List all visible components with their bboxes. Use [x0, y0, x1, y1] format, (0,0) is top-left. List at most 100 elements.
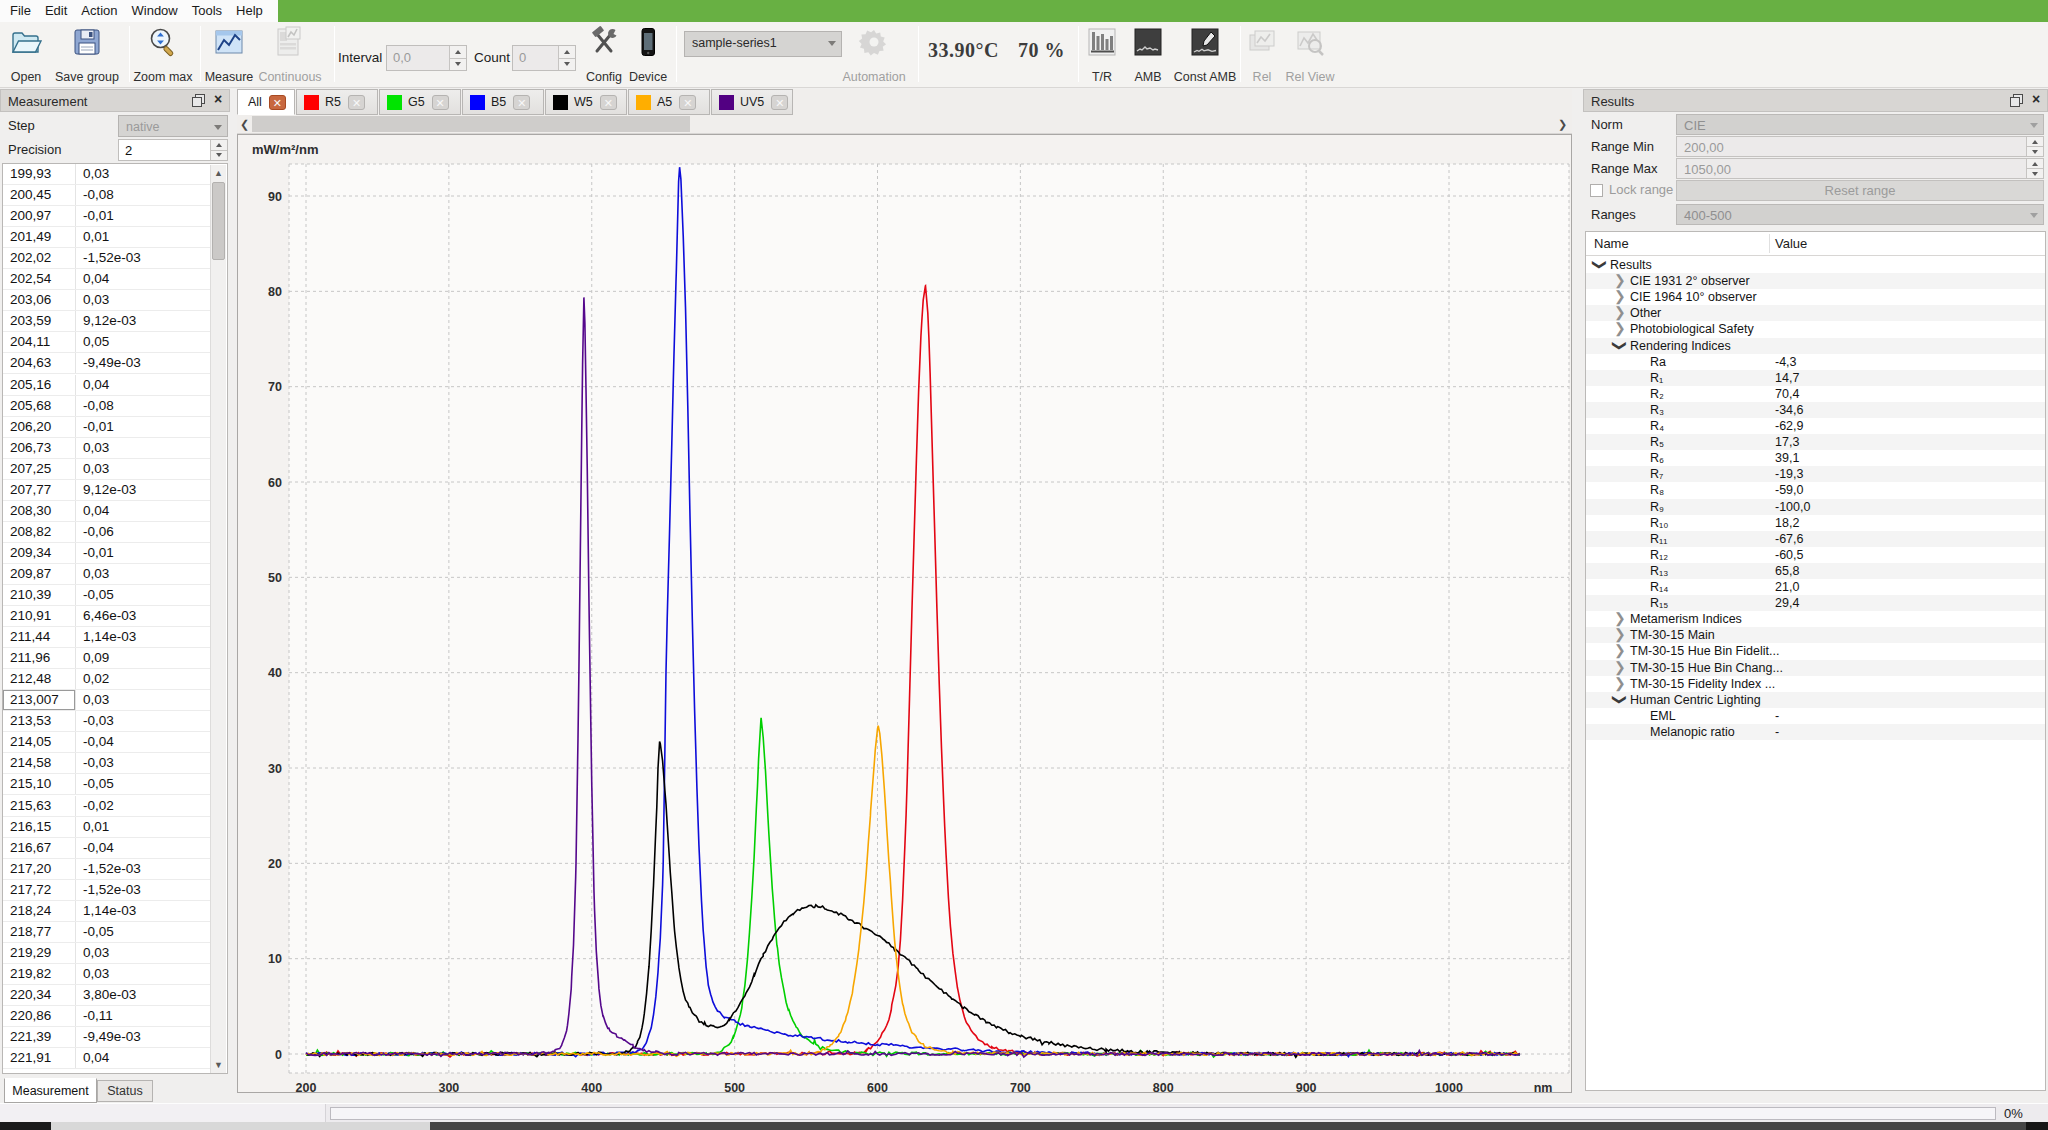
table-row[interactable]: 207,779,12e-03 [3, 480, 211, 501]
table-row[interactable]: 211,960,09 [3, 648, 211, 669]
menu-window[interactable]: Window [125, 0, 185, 22]
chart-tab-a5[interactable]: A5✕ [628, 89, 710, 115]
config-button[interactable]: Config [578, 26, 630, 58]
const-amb-button[interactable]: Const AMB [1172, 26, 1238, 58]
scroll-down-icon[interactable]: ▼ [211, 1057, 226, 1073]
table-row[interactable]: 209,34-0,01 [3, 543, 211, 564]
tree-row[interactable]: R₁14,7 [1586, 370, 2045, 386]
tree-row[interactable]: R₈-59,0 [1586, 482, 2045, 498]
amb-button[interactable]: AMB [1128, 26, 1168, 58]
tree-row[interactable]: ❯Metamerism Indices [1586, 611, 2045, 627]
tree-row[interactable]: R₁₂-60,5 [1586, 547, 2045, 563]
table-row[interactable]: 214,05-0,04 [3, 732, 211, 753]
table-row[interactable]: 219,820,03 [3, 964, 211, 985]
tree-header-name[interactable]: Name [1594, 236, 1629, 251]
close-tab-icon[interactable]: ✕ [513, 95, 530, 110]
range-max-spinbox[interactable]: 1050,00 [1676, 158, 2044, 179]
sample-series-combobox[interactable]: sample-series1 [684, 31, 842, 57]
tree-row[interactable]: R₃-34,6 [1586, 402, 2045, 418]
menu-help[interactable]: Help [229, 0, 270, 22]
table-row[interactable]: 212,480,02 [3, 669, 211, 690]
t-r-button[interactable]: T/R [1082, 26, 1122, 58]
tree-header-value[interactable]: Value [1775, 236, 1807, 251]
table-vertical-scrollbar[interactable]: ▲▼ [210, 165, 226, 1073]
tree-row[interactable]: ❯TM-30-15 Fidelity Index ... [1586, 676, 2045, 692]
tree-row[interactable]: R₂70,4 [1586, 386, 2045, 402]
chart-tab-all[interactable]: All✕ [237, 89, 295, 115]
tree-row[interactable]: R₉-100,0 [1586, 499, 2045, 515]
table-row[interactable]: 211,441,14e-03 [3, 627, 211, 648]
menu-file[interactable]: File [3, 0, 38, 22]
table-row[interactable]: 204,63-9,49e-03 [3, 353, 211, 374]
measurement-table[interactable]: 199,930,03200,45-0,08200,97-0,01201,490,… [2, 163, 228, 1074]
table-row[interactable]: 215,63-0,02 [3, 796, 211, 817]
table-row[interactable]: 220,343,80e-03 [3, 985, 211, 1006]
table-row[interactable]: 216,150,01 [3, 817, 211, 838]
tree-row[interactable]: ❯Other [1586, 305, 2045, 321]
menu-action[interactable]: Action [74, 0, 124, 22]
scroll-thumb[interactable] [212, 182, 225, 260]
lock-range-checkbox[interactable] [1590, 184, 1603, 197]
reset-range-button[interactable]: Reset range [1676, 180, 2044, 201]
tree-row[interactable]: ❯Results [1586, 257, 2045, 273]
tab-scroll-thumb[interactable] [252, 116, 690, 132]
table-row[interactable]: 210,39-0,05 [3, 585, 211, 606]
ranges-combobox[interactable]: 400-500 [1676, 204, 2044, 225]
float-icon[interactable] [191, 93, 205, 107]
table-row[interactable]: 206,20-0,01 [3, 417, 211, 438]
table-row[interactable]: 200,97-0,01 [3, 206, 211, 227]
float-icon[interactable] [2009, 93, 2023, 107]
tree-row[interactable]: R₇-19,3 [1586, 466, 2045, 482]
tree-row[interactable]: R₆39,1 [1586, 450, 2045, 466]
table-row[interactable]: 201,490,01 [3, 227, 211, 248]
tab-status[interactable]: Status [97, 1080, 153, 1102]
table-row[interactable]: 209,870,03 [3, 564, 211, 585]
table-row[interactable]: 215,10-0,05 [3, 774, 211, 795]
tree-row[interactable]: ❯TM-30-15 Main [1586, 627, 2045, 643]
tree-row[interactable]: R₁₃65,8 [1586, 563, 2045, 579]
table-row[interactable]: 221,910,04 [3, 1048, 211, 1069]
tree-row[interactable]: R₁₁-67,6 [1586, 531, 2045, 547]
table-row[interactable]: 208,82-0,06 [3, 522, 211, 543]
table-row[interactable]: 204,110,05 [3, 332, 211, 353]
device-button[interactable]: Device [626, 26, 670, 58]
table-row[interactable]: 208,300,04 [3, 501, 211, 522]
close-tab-icon[interactable]: ✕ [679, 95, 696, 110]
close-tab-icon[interactable]: ✕ [269, 95, 286, 110]
table-row[interactable]: 219,290,03 [3, 943, 211, 964]
table-row[interactable]: 202,540,04 [3, 269, 211, 290]
interval-spinbox[interactable]: 0,0 [386, 45, 467, 71]
table-row[interactable]: 217,20-1,52e-03 [3, 859, 211, 880]
open-button[interactable]: Open [6, 26, 46, 58]
table-row[interactable]: 205,68-0,08 [3, 396, 211, 417]
range-min-spinbox[interactable]: 200,00 [1676, 136, 2044, 157]
tree-row[interactable]: ❯Photobiological Safety [1586, 321, 2045, 337]
step-combobox[interactable]: native [118, 115, 228, 137]
tree-row[interactable]: R₁₀18,2 [1586, 515, 2045, 531]
tree-row[interactable]: Ra-4,3 [1586, 354, 2045, 370]
chart-tab-uv5[interactable]: UV5✕ [711, 89, 793, 115]
tree-row[interactable]: ❯CIE 1931 2° observer [1586, 273, 2045, 289]
table-row[interactable]: 217,72-1,52e-03 [3, 880, 211, 901]
chart-tab-w5[interactable]: W5✕ [545, 89, 627, 115]
table-row[interactable]: 199,930,03 [3, 164, 211, 185]
spectra-chart[interactable]: 2003004005006007008009001000010203040506… [237, 134, 1572, 1093]
tree-row[interactable]: Melanopic ratio- [1586, 724, 2045, 740]
tree-row[interactable]: R₁₄21,0 [1586, 579, 2045, 595]
table-row[interactable]: 206,730,03 [3, 438, 211, 459]
table-row[interactable]: 214,58-0,03 [3, 753, 211, 774]
zoom-max-button[interactable]: Zoom max [132, 26, 194, 58]
table-row[interactable]: 213,53-0,03 [3, 711, 211, 732]
save-group-button[interactable]: Save group [48, 26, 126, 58]
chart-tab-b5[interactable]: B5✕ [462, 89, 544, 115]
table-row[interactable]: 207,250,03 [3, 459, 211, 480]
precision-spinbox[interactable]: 2 [118, 139, 228, 161]
tree-row[interactable]: EML- [1586, 708, 2045, 724]
table-row[interactable]: 202,02-1,52e-03 [3, 248, 211, 269]
tab-measurement[interactable]: Measurement [4, 1078, 97, 1103]
tab-scroll-right-icon[interactable]: ❯ [1555, 116, 1570, 132]
close-tab-icon[interactable]: ✕ [600, 95, 617, 110]
chart-tab-r5[interactable]: R5✕ [296, 89, 378, 115]
results-tree[interactable]: NameValue❯Results❯CIE 1931 2° observer❯C… [1585, 231, 2046, 1091]
measure-button[interactable]: Measure [204, 26, 254, 58]
